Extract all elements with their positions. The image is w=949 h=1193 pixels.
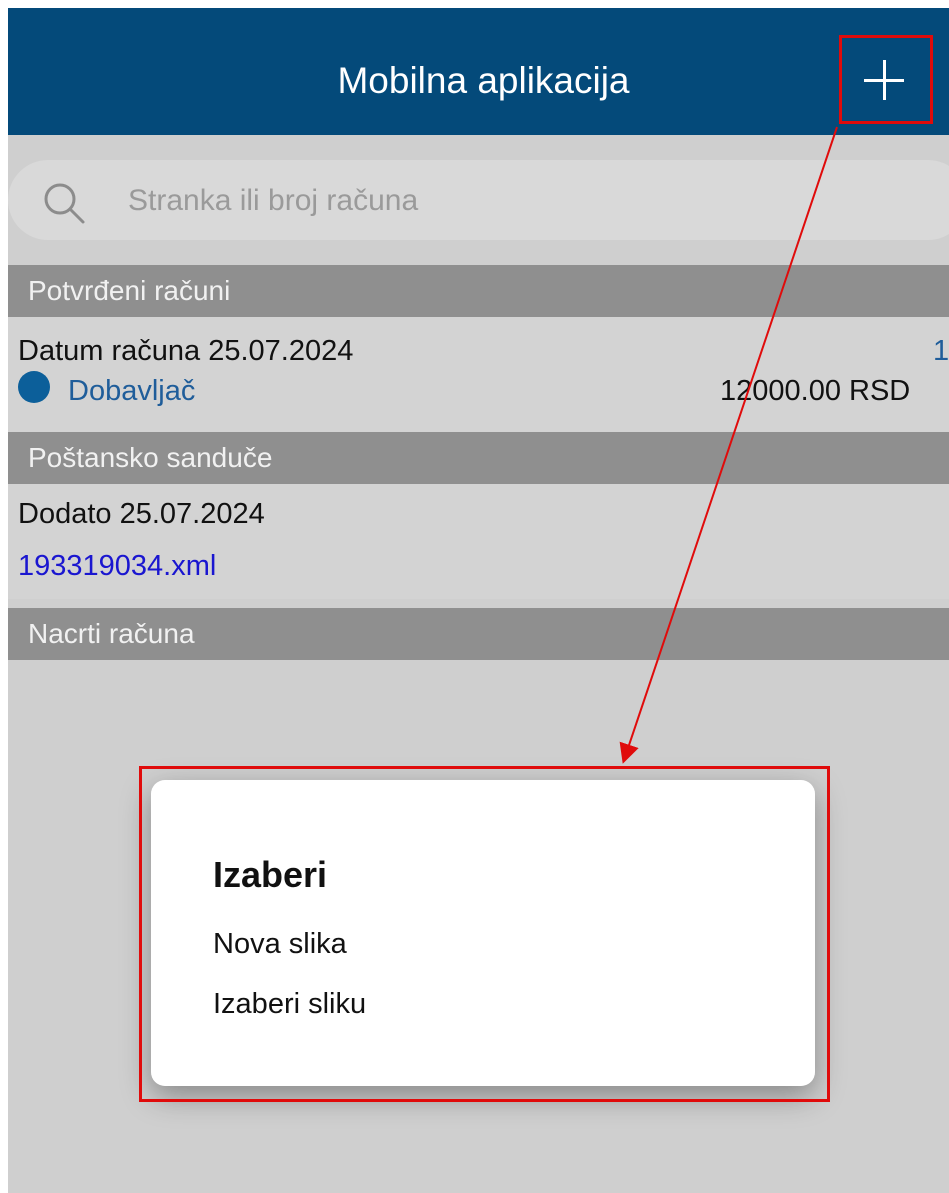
invoice-amount: 12000.00 RSD: [720, 375, 911, 407]
app-header: Mobilna aplikacija: [8, 8, 949, 135]
list-item-mailbox[interactable]: Dodato 25.07.2024 193319034.xml: [8, 484, 949, 599]
mailbox-added-date: Dodato 25.07.2024: [18, 498, 265, 530]
app-screen: Mobilna aplikacija Potvrđeni računi Datu…: [8, 8, 949, 1193]
annotation-box-add: [839, 35, 933, 124]
annotation-box-dialog: [139, 766, 830, 1102]
section-header-confirmed: Potvrđeni računi: [8, 265, 949, 317]
search-bar[interactable]: [8, 160, 949, 240]
invoice-party: Dobavljač: [68, 375, 196, 407]
list-item-invoice[interactable]: Datum računa 25.07.2024 Dobavljač 1 1200…: [8, 317, 949, 432]
page-title: Mobilna aplikacija: [337, 60, 630, 101]
search-input[interactable]: [126, 178, 830, 224]
invoice-number: 1: [933, 335, 949, 367]
search-icon: [44, 183, 85, 224]
status-dot-icon: [18, 371, 50, 403]
section-header-mailbox: Poštansko sanduče: [8, 432, 949, 484]
invoice-date: Datum računa 25.07.2024: [18, 335, 354, 367]
mailbox-file-link[interactable]: 193319034.xml: [18, 550, 216, 583]
section-header-drafts: Nacrti računa: [8, 608, 949, 660]
